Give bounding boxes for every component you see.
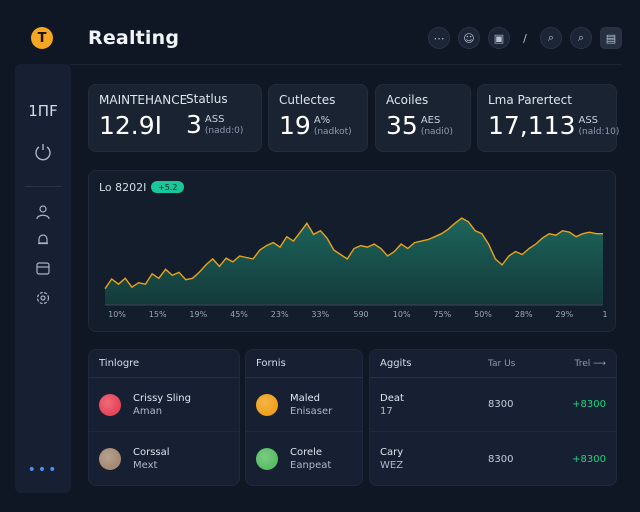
row-name: Deat — [380, 392, 404, 404]
calendar-icon[interactable] — [33, 258, 53, 278]
stat-card-parertect[interactable]: Lma Parertect 17,113 ASS (nald:10) — [477, 84, 620, 152]
user-icon[interactable] — [33, 202, 53, 222]
x-tick-label: 50% — [474, 310, 492, 319]
avatar — [99, 393, 121, 416]
stat-value: 19 — [279, 111, 311, 140]
search-icon[interactable]: ⌕ — [540, 27, 562, 49]
top-toolbar: ⋯ ☺ ▣ / ⌕ ⌕ ▤ — [428, 27, 622, 49]
apps-header-link[interactable]: Trel ⟶ — [575, 359, 606, 369]
row-sub: Mext — [133, 460, 158, 471]
stat-unit: ASS — [578, 115, 599, 127]
x-tick-label: 28% — [515, 310, 533, 319]
table-row[interactable]: Crissy Sling Aman — [89, 378, 239, 432]
x-tick-label: 45% — [230, 310, 248, 319]
x-tick-label: 75% — [433, 310, 451, 319]
x-tick-label: 1 — [602, 310, 607, 319]
stat-sub: (nald:10) — [578, 126, 620, 137]
stat-value: 3 — [186, 110, 202, 139]
stat-card-acoiles[interactable]: Acoiles 35 AES (nadi0) — [375, 84, 471, 152]
stat-value: 12.9I — [99, 111, 163, 140]
row-sub: 17 — [380, 405, 393, 417]
table-row[interactable]: Maled Enisaser — [246, 378, 362, 432]
row-name: Maled — [290, 392, 321, 404]
x-tick-label: 19% — [189, 310, 207, 319]
more-icon[interactable]: ••• — [15, 462, 71, 478]
stat-sub: (nadd:0) — [204, 125, 244, 136]
stat-title: Cutlectes — [279, 93, 336, 107]
row-name: Crissy Sling — [133, 392, 191, 404]
stat-card-status[interactable]: Statlus 3 ASS (nadd:0) — [176, 84, 262, 152]
row-name: Corssal — [133, 447, 170, 458]
fonts-table: Fornis Maled Enisaser Corele Eanpeat — [245, 349, 363, 486]
row-name: Corele — [290, 447, 323, 458]
settings-icon[interactable] — [33, 288, 53, 308]
avatar — [256, 448, 278, 470]
x-tick-label: 590 — [353, 310, 368, 319]
x-tick-label: 29% — [555, 310, 573, 319]
stat-sub: (nadkot) — [313, 126, 352, 137]
table-row[interactable]: Cary WEZ 8300 +8300 — [370, 432, 616, 485]
apps-table: Aggits Tar Us Trel ⟶ Deat 17 8300 +8300 C… — [369, 349, 617, 486]
people-table: Tinlogre Crissy Sling Aman Corssal Mext — [88, 349, 240, 486]
table-row[interactable]: Corssal Mext — [89, 432, 239, 485]
stat-unit: A% — [313, 115, 331, 127]
bell-icon[interactable] — [33, 230, 53, 250]
row-delta: +8300 — [572, 399, 606, 410]
stat-title: Acoiles — [386, 93, 429, 107]
apps-header-mid[interactable]: Tar Us — [488, 359, 515, 369]
image-icon[interactable]: ▣ — [488, 27, 510, 49]
area-chart[interactable]: 10% 15% 19% 45% 23% 33% 590 10% 75% 50% 28% 29% 1 — [89, 171, 617, 333]
row-amount: 8300 — [488, 453, 514, 465]
row-sub: Eanpeat — [290, 460, 332, 471]
stat-unit: ASS — [204, 114, 225, 126]
bot-icon[interactable]: ☺ — [458, 27, 480, 49]
table-header: Fornis — [246, 350, 362, 378]
power-icon[interactable] — [33, 142, 53, 162]
sidebar-divider — [25, 186, 61, 187]
stat-card-cutlectes[interactable]: Cutlectes 19 A% (nadkot) — [268, 84, 368, 152]
logo-glyph: T — [37, 30, 47, 46]
x-tick-label: 33% — [311, 310, 329, 319]
stat-title: Statlus — [186, 92, 228, 106]
x-tick-label: 23% — [271, 310, 289, 319]
table-header: Aggits Tar Us Trel ⟶ — [370, 350, 616, 378]
x-tick-label: 10% — [108, 310, 126, 319]
chart-panel: Lo 8202I +5.2 10% 15% 19% 45% 23% 33% 590 10% 75… — [88, 170, 616, 332]
link-icon[interactable]: ⋯ — [428, 27, 450, 49]
row-amount: 8300 — [488, 399, 514, 410]
header-divider — [70, 64, 622, 65]
search-alt-icon[interactable]: ⌕ — [570, 27, 592, 49]
x-tick-label: 15% — [149, 310, 167, 319]
stat-title: Lma Parertect — [488, 93, 572, 107]
table-header: Tinlogre — [89, 350, 239, 378]
stat-value: 35 — [386, 111, 418, 140]
slash-icon[interactable]: / — [518, 27, 532, 49]
panel-icon[interactable]: ▤ — [600, 27, 622, 49]
app-title: Realting — [88, 27, 180, 49]
row-sub: Enisaser — [290, 405, 333, 417]
stat-unit: AES — [420, 115, 441, 127]
avatar — [99, 448, 121, 470]
sidebar-label: 1ΠF — [28, 102, 58, 120]
row-name: Cary — [380, 447, 404, 458]
avatar — [256, 393, 278, 416]
row-sub: Aman — [133, 405, 163, 417]
table-row[interactable]: Deat 17 8300 +8300 — [370, 378, 616, 432]
row-sub: WEZ — [380, 460, 404, 471]
stat-sub: (nadi0) — [420, 126, 453, 137]
row-delta: +8300 — [572, 453, 606, 465]
x-tick-label: 10% — [393, 310, 411, 319]
chart-area — [105, 218, 603, 305]
app-logo[interactable]: T — [31, 27, 53, 49]
sidebar: 1ΠF ••• — [15, 64, 71, 493]
stat-value: 17,113 — [488, 111, 576, 140]
apps-header-title: Aggits — [380, 358, 412, 369]
table-row[interactable]: Corele Eanpeat — [246, 432, 362, 485]
